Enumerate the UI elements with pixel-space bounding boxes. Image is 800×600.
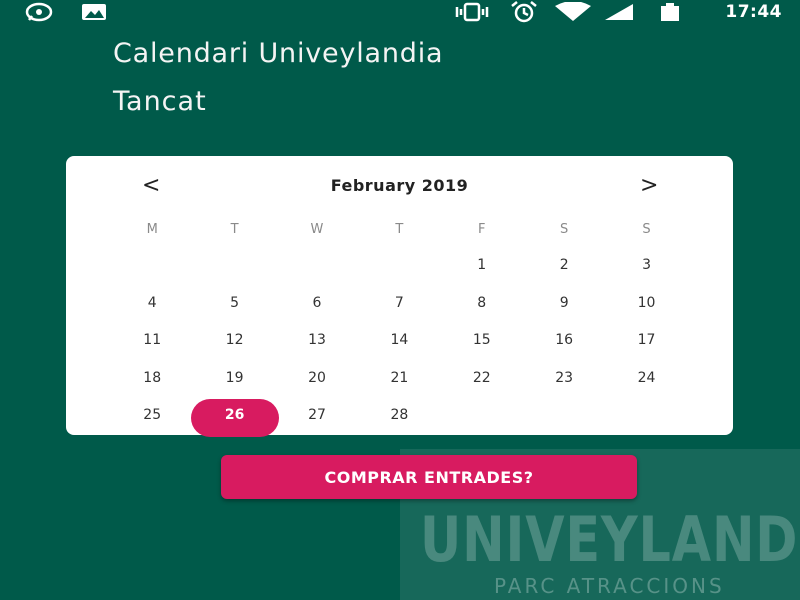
day-number: 14 xyxy=(390,332,409,348)
whatsapp-icon xyxy=(22,2,56,22)
day-cell-empty xyxy=(276,249,358,287)
day-cell[interactable]: 23 xyxy=(523,362,605,400)
day-cell[interactable]: 24 xyxy=(605,362,687,400)
day-number: 22 xyxy=(472,369,491,386)
day-cell-empty xyxy=(523,399,605,437)
day-cell-empty xyxy=(605,399,687,437)
day-cell[interactable]: 22 xyxy=(441,362,523,400)
day-cell[interactable]: 19 xyxy=(193,362,275,400)
calendar-widget: < February 2019 > M T W T F S S 12345678… xyxy=(66,156,733,435)
day-number: 25 xyxy=(143,407,162,423)
day-number: 26 xyxy=(224,407,245,423)
day-cell-empty xyxy=(193,249,275,287)
watermark-logo-text: UNIVEYLANDIA xyxy=(420,503,800,576)
day-cell[interactable]: 4 xyxy=(111,287,193,325)
day-number: 2 xyxy=(559,257,569,273)
day-number: 9 xyxy=(559,294,569,311)
alarm-icon xyxy=(507,1,541,23)
day-cell[interactable]: 28 xyxy=(358,399,440,437)
day-number: 20 xyxy=(308,369,326,386)
weekday-header: M T W T F S S xyxy=(111,220,688,240)
month-label: February 2019 xyxy=(330,176,469,195)
weekday-label: T xyxy=(395,222,404,237)
day-number: 1 xyxy=(477,257,487,273)
status-bar: 17:44 xyxy=(0,0,800,24)
next-month-button[interactable]: > xyxy=(640,174,658,198)
day-number: 24 xyxy=(637,369,656,386)
day-cell[interactable]: 10 xyxy=(605,287,687,325)
weekday-label: F xyxy=(478,222,486,237)
day-number: 11 xyxy=(143,332,162,348)
weekday-label: S xyxy=(642,222,651,237)
vibrate-icon xyxy=(452,2,492,22)
day-cell[interactable]: 27 xyxy=(276,399,358,437)
day-number: 12 xyxy=(225,332,244,348)
status-label: Tancat xyxy=(113,86,207,117)
day-number: 27 xyxy=(308,407,326,423)
previous-month-button[interactable]: < xyxy=(142,174,160,198)
day-cell-empty xyxy=(111,249,193,287)
day-number: 19 xyxy=(225,369,244,386)
day-number: 10 xyxy=(637,294,656,311)
day-number: 5 xyxy=(230,294,240,311)
day-cell[interactable]: 13 xyxy=(276,324,358,362)
day-cell[interactable]: 12 xyxy=(193,324,275,362)
day-cell[interactable]: 16 xyxy=(523,324,605,362)
day-cell[interactable]: 3 xyxy=(605,249,687,287)
wifi-icon xyxy=(553,2,593,22)
day-cell[interactable]: 7 xyxy=(358,287,440,325)
watermark-subtitle: PARC ATRACCIONS xyxy=(494,574,725,598)
day-number: 18 xyxy=(143,369,162,386)
day-cell[interactable]: 21 xyxy=(358,362,440,400)
day-number: 16 xyxy=(555,332,574,348)
day-cell[interactable]: 1 xyxy=(441,249,523,287)
day-number: 17 xyxy=(637,332,656,348)
day-cell[interactable]: 8 xyxy=(441,287,523,325)
day-number: 21 xyxy=(390,369,409,386)
day-number: 6 xyxy=(312,294,322,311)
day-cell[interactable]: 17 xyxy=(605,324,687,362)
day-number: 13 xyxy=(308,332,326,348)
weekday-label: S xyxy=(560,222,569,237)
day-cell-selected[interactable]: 26 xyxy=(193,399,275,437)
day-number: 28 xyxy=(390,407,409,423)
day-number: 15 xyxy=(472,332,491,348)
weekday-label: T xyxy=(230,222,239,237)
day-grid: 1 2 3 4 5 6 7 8 9 10 11 12 13 14 15 16 17 18 19 20 21 22 23 24 2… xyxy=(111,249,688,437)
battery-icon xyxy=(657,2,683,22)
day-number: 23 xyxy=(555,369,574,386)
day-number: 8 xyxy=(477,294,487,311)
status-time: 17:44 xyxy=(725,2,782,22)
day-number: 3 xyxy=(642,257,651,273)
day-cell[interactable]: 9 xyxy=(523,287,605,325)
image-notification-icon xyxy=(80,2,108,22)
day-number: 4 xyxy=(147,294,157,311)
day-cell[interactable]: 6 xyxy=(276,287,358,325)
buy-tickets-button[interactable]: COMPRAR ENTRADES? xyxy=(221,455,637,499)
day-cell[interactable]: 15 xyxy=(441,324,523,362)
weekday-label: W xyxy=(310,222,324,237)
day-number: 7 xyxy=(394,294,404,311)
day-cell[interactable]: 14 xyxy=(358,324,440,362)
day-cell[interactable]: 20 xyxy=(276,362,358,400)
day-cell[interactable]: 25 xyxy=(111,399,193,437)
page-title: Calendari Univeylandia xyxy=(113,38,444,69)
signal-icon xyxy=(603,2,635,22)
day-cell[interactable]: 11 xyxy=(111,324,193,362)
day-cell[interactable]: 5 xyxy=(193,287,275,325)
day-cell[interactable]: 18 xyxy=(111,362,193,400)
day-cell-empty xyxy=(358,249,440,287)
weekday-label: M xyxy=(146,222,158,237)
day-cell-empty xyxy=(441,399,523,437)
day-cell[interactable]: 2 xyxy=(523,249,605,287)
